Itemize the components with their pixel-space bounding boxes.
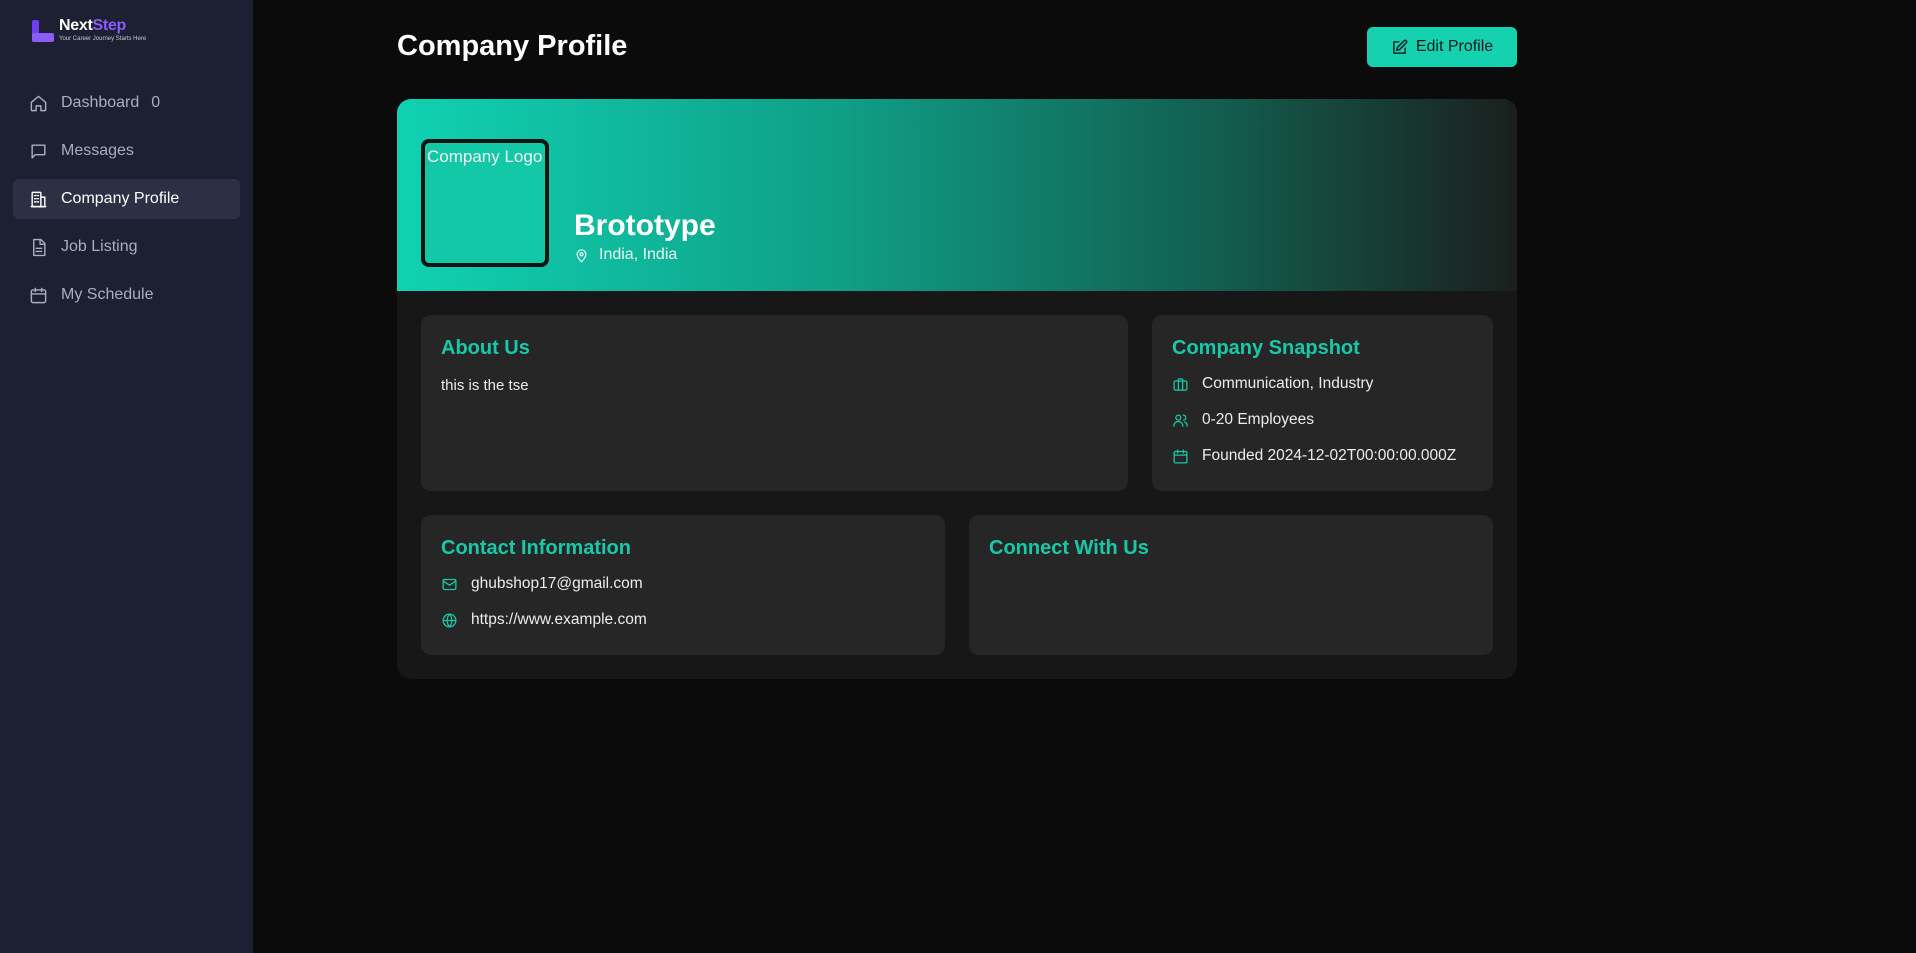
- brand-tagline: Your Career Journey Starts Here: [59, 36, 147, 42]
- company-location: India, India: [574, 246, 677, 264]
- company-profile-card: Company Logo Brototype India, India Abou…: [397, 99, 1517, 679]
- sidebar-item-job-listing[interactable]: Job Listing: [13, 227, 240, 267]
- brand[interactable]: NextStep Your Career Journey Starts Here: [0, 18, 253, 48]
- edit-icon: [1392, 39, 1408, 54]
- building-icon: [30, 191, 47, 207]
- edit-profile-label: Edit Profile: [1415, 38, 1494, 55]
- company-snapshot-title: Company Snapshot: [1172, 337, 1360, 359]
- contact-email[interactable]: ghubshop17@gmail.com: [441, 575, 643, 593]
- message-icon: [31, 143, 46, 159]
- calendar-icon: [30, 287, 47, 303]
- company-logo-alt-text: Company Logo: [427, 147, 543, 166]
- contact-website[interactable]: https://www.example.com: [441, 611, 647, 629]
- sidebar-item-my-schedule[interactable]: My Schedule: [13, 275, 240, 315]
- sidebar-item-label: Company Profile: [61, 190, 180, 207]
- map-pin-icon: [576, 248, 587, 262]
- calendar-icon: [1173, 448, 1188, 464]
- brand-logo-icon: [32, 20, 54, 42]
- brand-name: NextStep: [59, 17, 126, 34]
- company-name: Brototype: [574, 209, 716, 242]
- sidebar-item-messages[interactable]: Messages: [13, 131, 240, 171]
- contact-information-panel: Contact Information ghubshop17@gmail.com…: [421, 515, 945, 655]
- about-us-title: About Us: [441, 337, 530, 359]
- connect-with-us-title: Connect With Us: [989, 537, 1149, 559]
- mail-icon: [442, 578, 457, 590]
- profile-banner: Company Logo Brototype India, India: [397, 99, 1517, 291]
- sidebar-item-label: Dashboard: [61, 94, 140, 111]
- sidebar-item-label: My Schedule: [61, 286, 154, 303]
- sidebar-item-company-profile[interactable]: Company Profile: [13, 179, 240, 219]
- company-snapshot-panel: Company Snapshot Communication, Industry…: [1152, 315, 1493, 491]
- home-icon: [30, 95, 47, 111]
- notification-count: 0: [151, 94, 161, 111]
- about-us-panel: About Us this is the tse: [421, 315, 1128, 491]
- briefcase-icon: [1173, 377, 1188, 391]
- company-logo: Company Logo: [421, 139, 549, 267]
- users-icon: [1173, 414, 1188, 427]
- sidebar-item-dashboard[interactable]: Dashboard 0: [13, 83, 240, 123]
- main-content: Company Profile Edit Profile Company Log…: [253, 0, 1916, 953]
- snapshot-founded: Founded 2024-12-02T00:00:00.000Z: [1172, 447, 1456, 465]
- sidebar-item-label: Messages: [61, 142, 134, 159]
- about-us-text: this is the tse: [441, 377, 529, 394]
- contact-information-title: Contact Information: [441, 537, 631, 559]
- sidebar-item-label: Job Listing: [61, 238, 138, 255]
- company-location-text: India, India: [599, 246, 678, 263]
- snapshot-employees: 0-20 Employees: [1172, 411, 1314, 429]
- sidebar-nav: Dashboard 0 Messages Company Profile Job…: [0, 83, 253, 315]
- app-root: NextStep Your Career Journey Starts Here…: [0, 0, 1916, 953]
- edit-profile-button[interactable]: Edit Profile: [1367, 27, 1517, 67]
- sidebar: NextStep Your Career Journey Starts Here…: [0, 0, 253, 953]
- page-title: Company Profile: [397, 30, 628, 62]
- document-icon: [33, 238, 46, 256]
- globe-icon: [442, 612, 457, 628]
- connect-with-us-panel: Connect With Us: [969, 515, 1493, 655]
- snapshot-industry: Communication, Industry: [1172, 375, 1373, 393]
